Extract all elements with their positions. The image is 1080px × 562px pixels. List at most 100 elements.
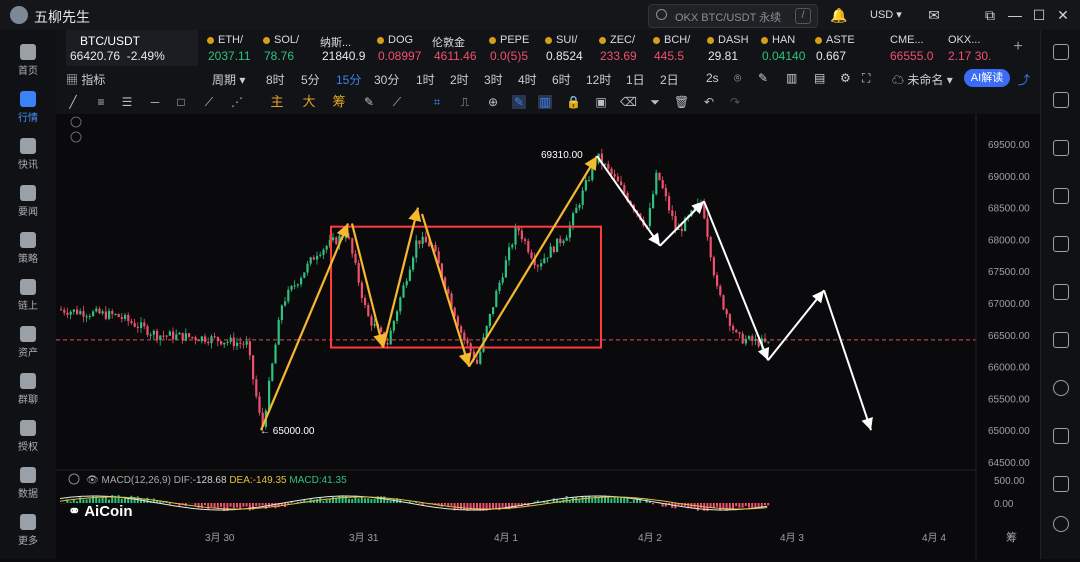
nav-item-news[interactable]: 要闻 <box>0 179 56 225</box>
measure-icon[interactable]: ⎍ <box>458 95 472 109</box>
price-chart[interactable]: 69310.00 ← 65000.00 69500.0069000.006850… <box>56 114 1040 559</box>
message-icon[interactable] <box>1053 476 1069 492</box>
headset-icon[interactable] <box>1053 516 1069 532</box>
search-input[interactable]: OKX BTC/USDT 永续 / <box>648 4 818 28</box>
trash-icon[interactable]: 🗑 <box>674 95 688 109</box>
ticker-item[interactable]: OKX...2.17 30. <box>944 30 998 66</box>
nav-item-auth[interactable]: 授权 <box>0 414 56 460</box>
pencil-icon[interactable]: ✎ <box>758 71 768 85</box>
magnet-icon[interactable]: ▥ <box>538 95 552 109</box>
nav-item-data[interactable]: 数据 <box>0 461 56 507</box>
eraser-icon[interactable]: ⌫ <box>620 95 634 109</box>
settings-icon[interactable] <box>1053 428 1069 444</box>
ticker-item[interactable]: 伦敦金4611.46 <box>430 30 490 66</box>
clipboard-icon[interactable] <box>1053 140 1069 156</box>
timeframe-4h[interactable]: 4时 <box>518 71 537 88</box>
lock-icon[interactable]: 🔒 <box>566 95 580 109</box>
nav-item-flash[interactable]: 快讯 <box>0 132 56 178</box>
nav-item-more[interactable]: 更多 <box>0 508 56 554</box>
timeframe-5m[interactable]: 5分 <box>301 71 320 88</box>
channel-tool-icon[interactable]: ☰ <box>120 95 134 109</box>
ticker-item[interactable]: BCH/445.5 <box>650 30 706 66</box>
nav-item-onchain[interactable]: 链上 <box>0 273 56 319</box>
nav-item-strategy[interactable]: 策略 <box>0 226 56 272</box>
nav-item-chat[interactable]: 群聊 <box>0 367 56 413</box>
timeframe-3h[interactable]: 3时 <box>484 71 503 88</box>
ticker-main[interactable]: BTC/USDT 66420.76 -2.49% <box>66 30 198 66</box>
ticker-item[interactable]: 纳斯...21840.9 <box>318 30 380 66</box>
candle-body <box>668 196 670 210</box>
timeframe-30m[interactable]: 30分 <box>374 71 399 88</box>
more-tools-icon[interactable]: ⋰ <box>230 95 244 109</box>
filter-icon[interactable]: ⏷ <box>648 95 662 109</box>
ai-interpret-button[interactable]: AI解读 <box>964 69 1010 87</box>
ticker-item[interactable]: PEPE0.0(5)5 <box>486 30 546 66</box>
line-tool-icon[interactable]: ╱ <box>66 95 80 109</box>
globe-icon[interactable] <box>1053 380 1069 396</box>
brush-tool-icon[interactable]: ⟋ <box>202 95 216 109</box>
fullscreen-icon[interactable]: ⛶ <box>862 71 870 86</box>
ticker-item[interactable]: SUI/0.8524 <box>542 30 598 66</box>
grid-icon[interactable]: ▤ <box>814 71 825 85</box>
restore-icon[interactable]: ⧉ <box>982 7 998 23</box>
main-force-button[interactable]: 主 <box>270 95 284 109</box>
ray-tool-icon[interactable]: ─ <box>148 95 162 109</box>
chart-area[interactable]: 69310.00 ← 65000.00 69500.0069000.006850… <box>56 114 1040 559</box>
hline-tool-icon[interactable]: ≡ <box>94 95 108 109</box>
rect-tool-icon[interactable]: □ <box>174 95 188 109</box>
settings-icon[interactable]: ⚙ <box>840 71 851 85</box>
timeframe-6h[interactable]: 6时 <box>552 71 571 88</box>
nav-item-home[interactable]: 首页 <box>0 38 56 84</box>
nav-item-assets[interactable]: 资产 <box>0 320 56 366</box>
list-icon[interactable] <box>1053 236 1069 252</box>
ruler-icon[interactable]: ⟋ <box>390 95 404 109</box>
document-icon[interactable] <box>1053 92 1069 108</box>
ticker-item[interactable]: HAN0.04140 <box>758 30 814 66</box>
layout-icon[interactable]: ▥ <box>786 71 797 85</box>
currency-selector[interactable]: USD ▾ <box>870 8 902 21</box>
camera-icon[interactable]: ⌾ <box>734 71 741 86</box>
timeframe-2h[interactable]: 2时 <box>450 71 469 88</box>
template-icon[interactable]: ▣ <box>594 95 608 109</box>
indicator-button[interactable]: ▦ 指标 <box>66 71 105 88</box>
timeframe-1d[interactable]: 1日 <box>626 71 645 88</box>
ticker-bar: BTC/USDT 66420.76 -2.49% ETH/2037.11 SOL… <box>56 30 1040 67</box>
draw-active-icon[interactable]: ✎ <box>512 95 526 109</box>
ticker-item[interactable]: CME...66555.0 <box>886 30 942 66</box>
account-selector[interactable]: ☁ 未命名 ▾ <box>892 71 953 88</box>
ticker-item[interactable]: ZEC/233.69 <box>596 30 652 66</box>
edit-icon[interactable]: ✎ <box>362 95 376 109</box>
ticker-item[interactable]: DASH29.81 <box>704 30 760 66</box>
close-icon[interactable]: ✕ <box>1055 7 1071 23</box>
macd-bar <box>198 503 200 508</box>
zoom-icon[interactable]: ⊕ <box>486 95 500 109</box>
period-button[interactable]: 周期 ▾ <box>212 71 245 88</box>
maximize-icon[interactable]: ☐ <box>1031 7 1047 23</box>
mail-icon[interactable]: ✉ <box>926 7 942 23</box>
ticker-item[interactable]: SOL/78.76 <box>260 30 320 66</box>
undo-icon[interactable]: ↶ <box>702 95 716 109</box>
minimize-icon[interactable]: — <box>1007 7 1023 23</box>
redo-icon[interactable]: ↷ <box>728 95 742 109</box>
big-order-button[interactable]: 大 <box>302 95 316 109</box>
timeframe-2s[interactable]: 2s <box>706 71 719 85</box>
timeframe-12h[interactable]: 12时 <box>586 71 611 88</box>
add-ticker-icon[interactable]: + <box>1006 30 1030 66</box>
bar-chart-icon[interactable] <box>1053 188 1069 204</box>
bell-icon[interactable]: 🔔 <box>830 7 846 23</box>
chip-button[interactable]: 筹 <box>332 95 346 109</box>
ticker-item[interactable]: DOG0.08997 <box>374 30 434 66</box>
timeframe-15m[interactable]: 15分 <box>336 71 361 88</box>
share-icon[interactable]: ⤴ <box>1018 71 1030 88</box>
layout-icon[interactable] <box>1053 44 1069 60</box>
calendar-icon[interactable] <box>1053 284 1069 300</box>
timeframe-8h[interactable]: 8时 <box>266 71 285 88</box>
nav-item-market[interactable]: 行情 <box>0 85 56 131</box>
candle-body <box>380 327 382 331</box>
timeframe-1h[interactable]: 1时 <box>416 71 435 88</box>
ticker-item[interactable]: ASTE0.667 <box>812 30 868 66</box>
robot-icon[interactable] <box>1053 332 1069 348</box>
timeframe-2d[interactable]: 2日 <box>660 71 679 88</box>
ticker-item[interactable]: ETH/2037.11 <box>204 30 260 66</box>
crop-icon[interactable]: ⌗ <box>430 95 444 109</box>
